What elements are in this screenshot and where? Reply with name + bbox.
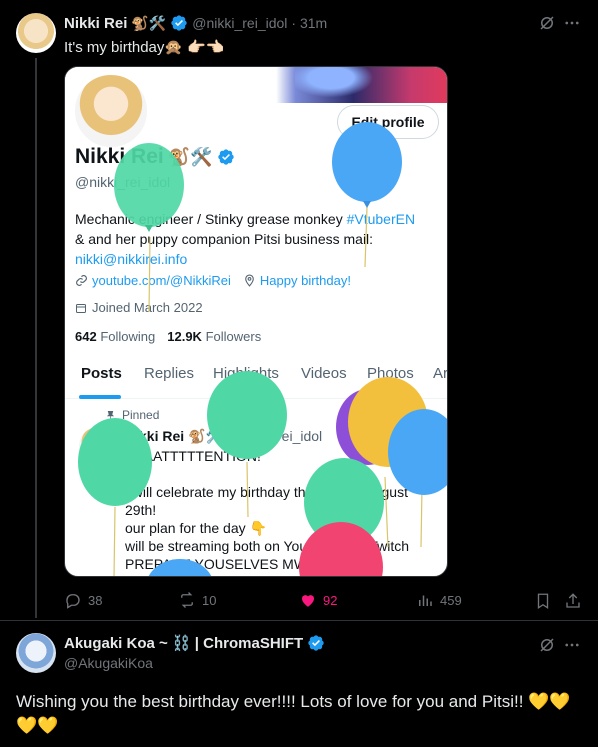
tweet-header: Akugaki Koa ~ ⛓️ | ChromaSHIFT (64, 634, 325, 652)
reply-icon (66, 594, 80, 609)
retweet-button[interactable]: 10 (178, 591, 216, 609)
author-name[interactable]: Akugaki Koa ~ ⛓️ | ChromaSHIFT (64, 634, 303, 652)
more-icon[interactable] (563, 14, 581, 32)
views-icon (419, 595, 432, 606)
balloon-green (114, 143, 184, 313)
balloon-blue-2 (388, 409, 447, 548)
retweet-icon (181, 592, 193, 608)
tweet-text-line: Wishing you the best birthday ever!!!! L… (16, 692, 571, 711)
balloon-blue (332, 122, 402, 268)
heart-icon (302, 595, 314, 607)
tweet-actions: 38 10 92 459 (64, 591, 584, 613)
grok-icon[interactable] (538, 14, 556, 32)
retweet-count: 10 (202, 592, 217, 608)
tweet-text-line: 💛💛 (16, 716, 59, 735)
author-emojis: 🐒🛠️ (131, 14, 167, 31)
views-button[interactable]: 459 (416, 591, 462, 609)
tweet-text: Wishing you the best birthday ever!!!! L… (16, 690, 586, 738)
more-icon[interactable] (563, 636, 581, 654)
balloon-green-2 (207, 371, 287, 518)
reply-count: 38 (88, 592, 103, 608)
like-count: 92 (323, 592, 338, 608)
bookmark-icon[interactable] (534, 592, 552, 610)
timestamp[interactable]: · 31m (291, 15, 327, 31)
balloons-overlay (78, 122, 447, 576)
tweet-divider (0, 620, 598, 621)
verified-icon (308, 635, 324, 651)
avatar[interactable] (16, 633, 56, 673)
thread-line (35, 58, 37, 618)
tweet-media-image[interactable]: Edit profile Nikki Rei 🐒🛠️ @nikki_rei_id… (64, 66, 448, 577)
view-count: 459 (440, 592, 462, 608)
avatar[interactable] (16, 13, 56, 53)
author-name[interactable]: Nikki Rei (64, 15, 127, 32)
verified-icon (171, 15, 187, 31)
tweet-text: It's my birthday🙊 👉🏻👈🏻 (64, 39, 225, 56)
reply-button[interactable]: 38 (64, 591, 102, 609)
balloon-blue-3 (148, 559, 212, 576)
author-handle[interactable]: @nikki_rei_idol (192, 15, 287, 31)
grok-icon[interactable] (538, 636, 556, 654)
author-handle[interactable]: @AkugakiKoa (64, 655, 153, 671)
share-icon[interactable] (564, 592, 582, 610)
like-button[interactable]: 92 (299, 591, 337, 609)
balloon-green-3 (78, 418, 152, 576)
tweet-header: Nikki Rei 🐒🛠️ @nikki_rei_idol · 31m (64, 14, 327, 32)
